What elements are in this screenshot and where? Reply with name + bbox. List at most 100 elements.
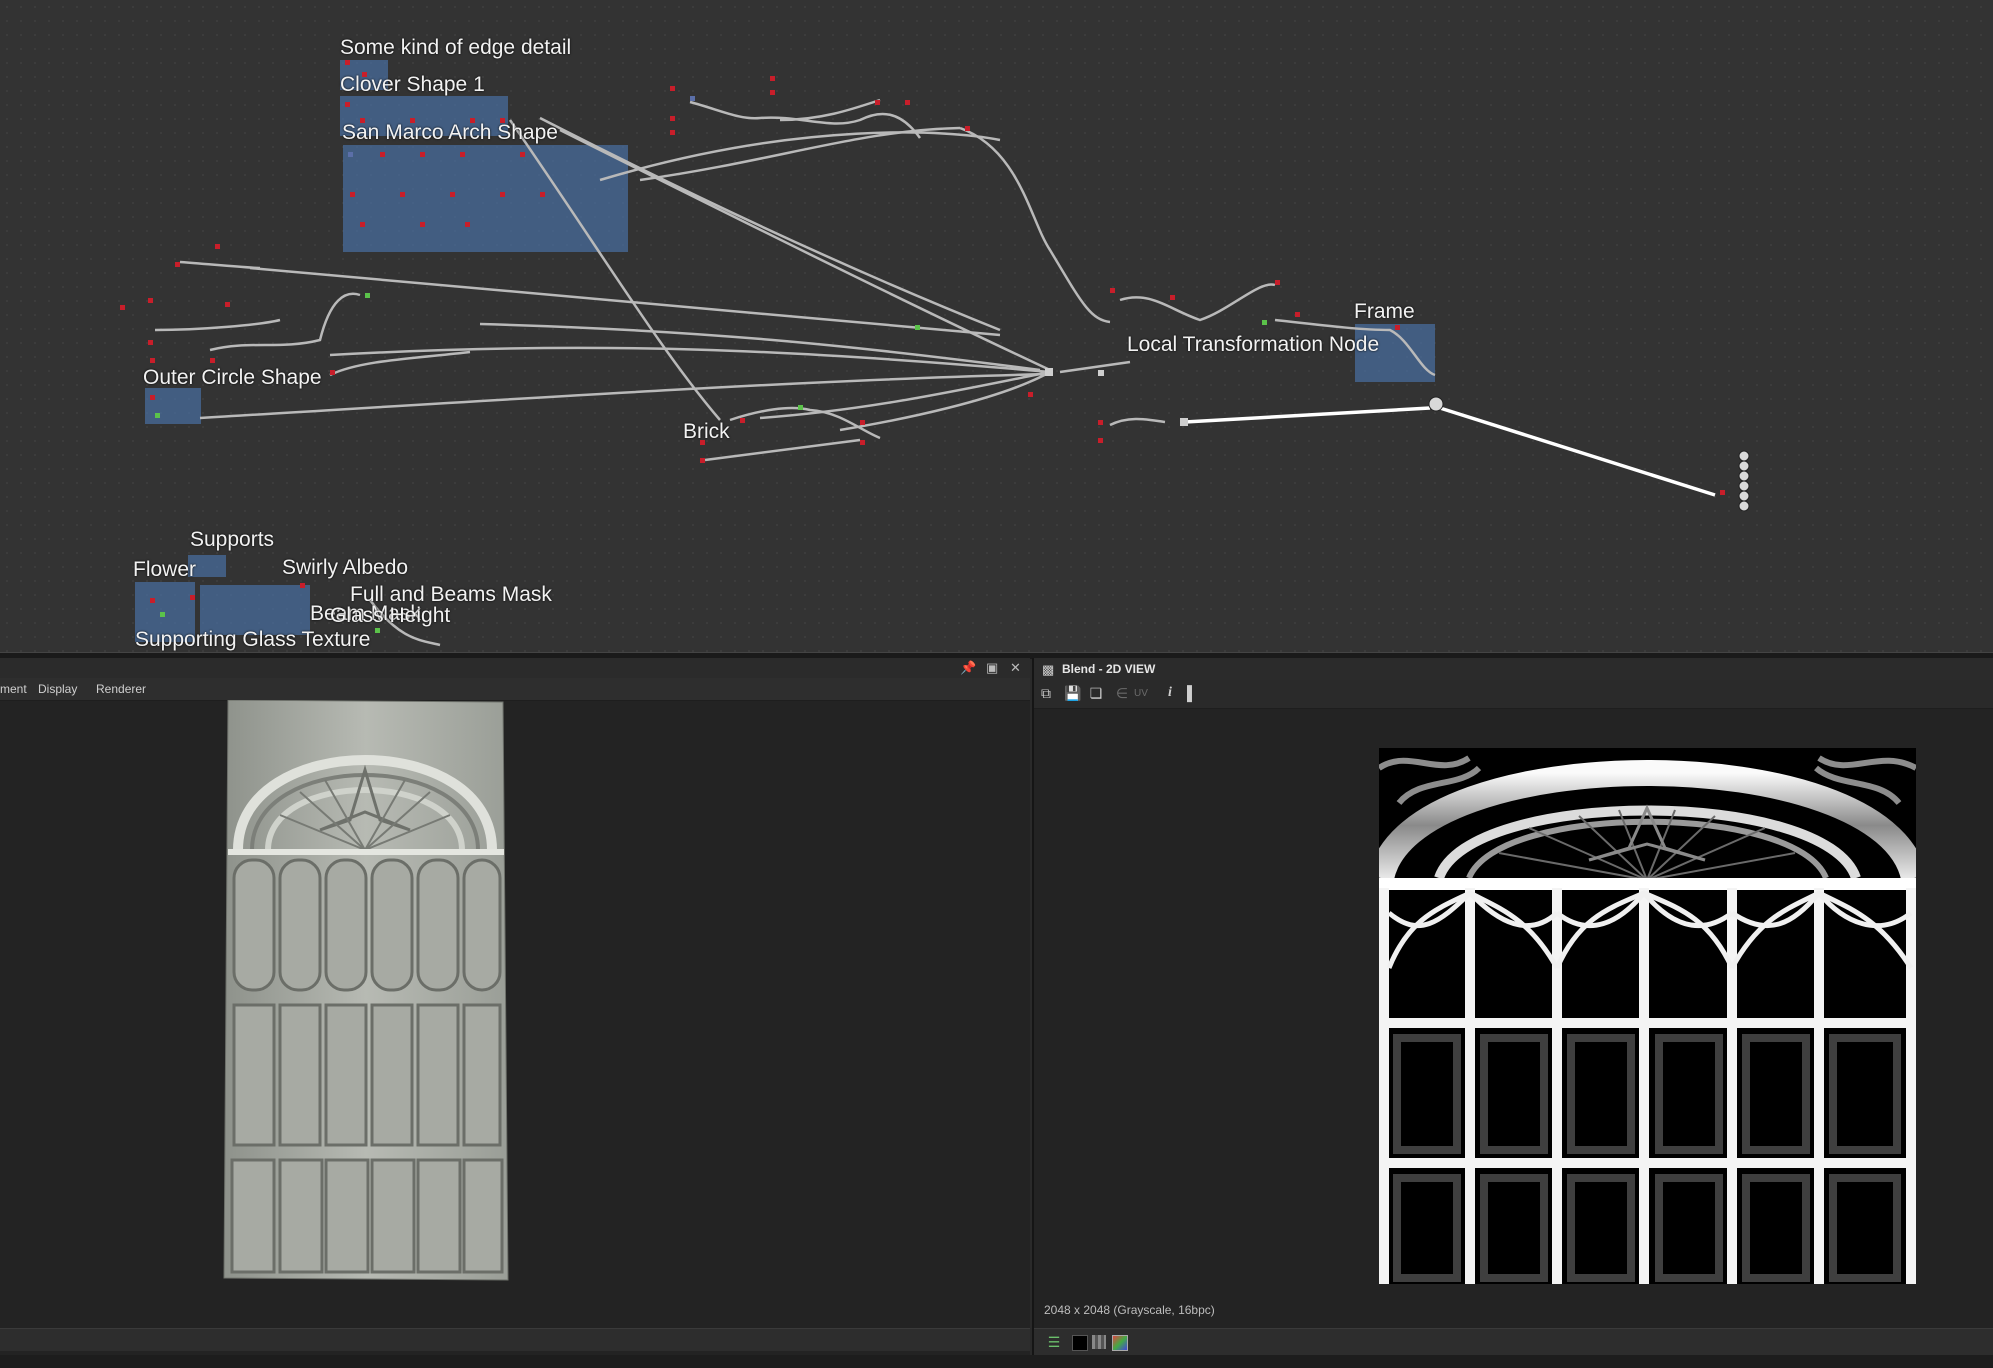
node-port[interactable] [148,340,153,345]
close-icon[interactable]: ✕ [1010,660,1021,676]
node-port[interactable] [215,244,220,249]
black-bg-toggle[interactable] [1072,1335,1088,1351]
info-icon[interactable]: i [1162,685,1178,701]
node-port[interactable] [520,152,525,157]
3d-mesh-preview[interactable] [220,700,510,1300]
maximize-icon[interactable]: ▣ [986,660,998,676]
node-port[interactable] [1395,325,1400,330]
node-port[interactable] [1262,320,1267,325]
frame-label-frame: Frame [1354,300,1415,323]
layers-icon[interactable]: ☰ [1046,1334,1062,1350]
node-port[interactable] [1028,392,1033,397]
node-port[interactable] [690,96,695,101]
node-port[interactable] [915,325,920,330]
2d-texture-preview[interactable] [1379,748,1916,1284]
node-port[interactable] [345,60,350,65]
node-port[interactable] [1098,438,1103,443]
node-port[interactable] [300,583,305,588]
node-port[interactable] [210,358,215,363]
node-port[interactable] [450,192,455,197]
2d-view-toolbar: ⧉ 💾 ❏ ∈ UV i ▌ [1034,680,1993,709]
node-port[interactable] [160,612,165,617]
node-port[interactable] [348,152,353,157]
node-port[interactable] [1720,490,1725,495]
node-port[interactable] [420,222,425,227]
node-port[interactable] [540,192,545,197]
node-port[interactable] [740,418,745,423]
node-port[interactable] [365,293,370,298]
node-port[interactable] [175,262,180,267]
3d-view-panel: 📌 ▣ ✕ ment Display Renderer [0,658,1030,1368]
frame-label-swirly-albedo: Swirly Albedo [282,556,409,579]
frame-label-supports: Supports [190,528,275,551]
color-channels-icon[interactable] [1112,1335,1128,1351]
share-icon[interactable]: ∈ [1114,685,1130,701]
node-connections [154,98,1750,647]
node-port[interactable] [465,222,470,227]
node-port[interactable] [350,192,355,197]
node-port[interactable] [500,192,505,197]
node-port[interactable] [345,102,350,107]
frame-label-glass-height: Glass Height [330,604,451,627]
node-port[interactable] [1098,420,1103,425]
frame-label-san-marco-arch: San Marco Arch Shape [342,121,558,144]
frame-label-supporting-glass: Supporting Glass Texture [135,628,371,651]
node-port[interactable] [1295,312,1300,317]
frame-label-flower: Flower [133,558,197,581]
frame-label-brick: Brick [683,420,730,443]
node-graph[interactable]: Some kind of edge detail Clover Shape 1 … [0,0,1993,652]
node-port[interactable] [400,192,405,197]
frame-label-clover-shape: Clover Shape 1 [340,73,485,96]
frame-label-edge-detail: Some kind of edge detail [340,36,572,59]
3d-view-statusbar [0,1328,1030,1351]
histogram-icon[interactable]: ▌ [1184,685,1200,701]
2d-view-title: Blend - 2D VIEW [1062,662,1156,676]
node-port[interactable] [798,405,803,410]
node-port[interactable] [860,420,865,425]
node-port[interactable] [860,440,865,445]
copy-icon[interactable]: ❏ [1088,685,1104,701]
checker-bg-toggle[interactable] [1092,1335,1106,1349]
node-port[interactable] [380,152,385,157]
window-bottom-strip [0,1355,1993,1368]
node-port[interactable] [155,413,160,418]
fit-view-icon[interactable]: ⧉ [1038,685,1054,701]
frame-label-local-transformation: Local Transformation Node [1127,333,1380,356]
node-port[interactable] [330,370,335,375]
3d-view-menubar: ment Display Renderer [0,678,1030,701]
node-port[interactable] [770,76,775,81]
node-port[interactable] [875,100,880,105]
2d-view-resolution: 2048 x 2048 (Grayscale, 16bpc) [1044,1303,1215,1317]
frame-label-outer-circle: Outer Circle Shape [143,366,322,389]
menu-renderer[interactable]: Renderer [96,682,146,696]
3d-view-header: 📌 ▣ ✕ [0,658,1030,678]
node-port[interactable] [770,90,775,95]
pin-icon[interactable]: 📌 [960,660,976,676]
node-port[interactable] [375,628,380,633]
node-port[interactable] [460,152,465,157]
node-port[interactable] [148,298,153,303]
node-port[interactable] [965,126,970,131]
menu-environment[interactable]: ment [0,682,27,696]
node-port[interactable] [670,130,675,135]
node-port[interactable] [700,458,705,463]
node-port[interactable] [905,100,910,105]
node-port[interactable] [420,152,425,157]
node-port[interactable] [225,302,230,307]
node-port[interactable] [1275,280,1280,285]
node-port[interactable] [120,305,125,310]
node-port[interactable] [190,595,195,600]
uv-dropdown[interactable]: UV [1134,688,1148,699]
save-icon[interactable]: 💾 [1064,685,1081,701]
2d-view-icon: ▩ [1042,662,1055,677]
node-port[interactable] [150,598,155,603]
node-port[interactable] [1110,288,1115,293]
2d-view-statusbar: ☰ [1034,1328,1993,1357]
node-port[interactable] [360,222,365,227]
node-port[interactable] [150,395,155,400]
node-port[interactable] [670,116,675,121]
node-port[interactable] [670,86,675,91]
node-port[interactable] [150,358,155,363]
node-port[interactable] [1170,295,1175,300]
menu-display[interactable]: Display [38,682,77,696]
